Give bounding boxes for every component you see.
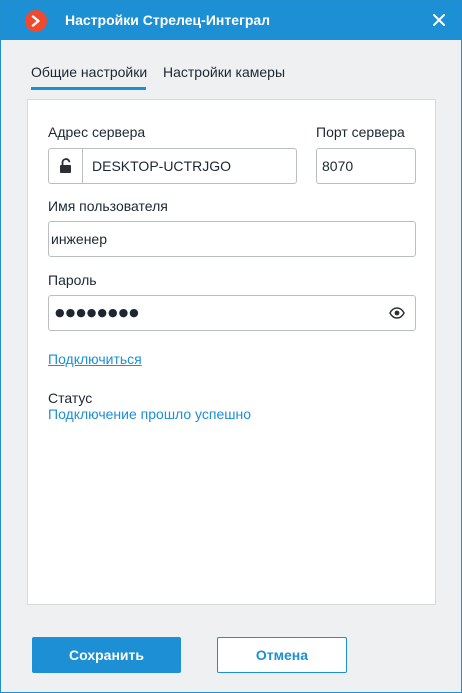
- cancel-button[interactable]: Отмена: [217, 637, 347, 673]
- tab-general-settings[interactable]: Общие настройки: [31, 64, 148, 90]
- username-field[interactable]: [48, 221, 416, 257]
- close-icon: [433, 14, 445, 26]
- close-button[interactable]: [430, 11, 448, 29]
- server-port-input[interactable]: [317, 149, 415, 183]
- macroscop-logo-icon: [25, 10, 47, 32]
- save-button[interactable]: Сохранить: [32, 637, 181, 673]
- status-label: Статус: [48, 390, 93, 406]
- connect-link[interactable]: Подключиться: [48, 351, 142, 367]
- lock-toggle[interactable]: [49, 149, 83, 183]
- server-address-label: Адрес сервера: [48, 124, 146, 140]
- tab-general-settings-label: Общие настройки: [31, 64, 148, 80]
- eye-icon[interactable]: [389, 306, 405, 320]
- server-port-label: Порт сервера: [316, 124, 405, 140]
- active-tab-indicator: [31, 87, 146, 90]
- status-value: Подключение прошло успешно: [48, 406, 252, 422]
- title-bar[interactable]: Настройки Стрелец-Интеграл: [1, 1, 461, 40]
- server-port-field[interactable]: [316, 148, 416, 184]
- username-input[interactable]: [49, 222, 415, 256]
- password-masked-value[interactable]: ●●●●●●●●: [55, 306, 140, 319]
- tab-camera-settings-label: Настройки камеры: [163, 64, 286, 80]
- unlocked-padlock-icon: [59, 158, 71, 173]
- password-field[interactable]: ●●●●●●●●: [48, 295, 416, 331]
- username-label: Имя пользователя: [48, 198, 168, 214]
- server-address-input[interactable]: [82, 149, 296, 183]
- tab-camera-settings[interactable]: Настройки камеры: [163, 64, 285, 80]
- server-address-field[interactable]: [48, 148, 297, 184]
- settings-dialog: Настройки Стрелец-Интеграл Общие настрой…: [0, 0, 462, 693]
- window-title: Настройки Стрелец-Интеграл: [65, 12, 271, 28]
- password-label: Пароль: [48, 272, 97, 288]
- settings-panel: Адрес сервера Порт сервера Имя пользоват…: [27, 99, 436, 605]
